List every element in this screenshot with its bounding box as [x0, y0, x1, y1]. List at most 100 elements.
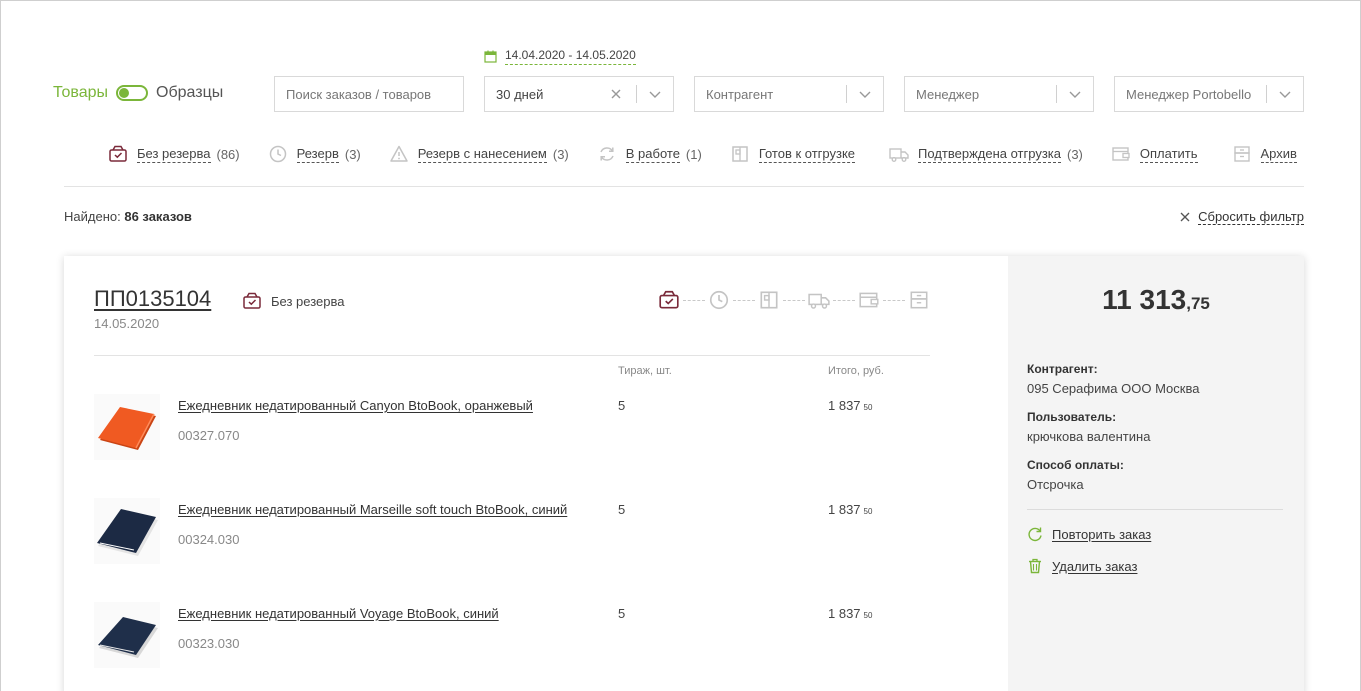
calendar-icon [484, 50, 497, 63]
date-range-picker[interactable]: 14.04.2020 - 14.05.2020 [484, 48, 636, 65]
box-check-icon [659, 290, 679, 309]
price-dec: 50 [863, 507, 873, 516]
price-int: 1 837 [828, 502, 861, 517]
wallet-icon [1112, 147, 1130, 161]
tab-count: (86) [216, 146, 240, 162]
product-name-link[interactable]: Ежедневник недатированный Voyage BtoBook… [178, 606, 499, 621]
total-int: 11 313 [1102, 284, 1187, 315]
toggle-goods-label[interactable]: Товары [53, 84, 108, 102]
delete-order-button[interactable]: Удалить заказ [1027, 558, 1137, 574]
archive-icon [1233, 146, 1250, 162]
truck-icon [889, 148, 909, 162]
tab-reserve[interactable]: Резерв (3) [268, 144, 361, 164]
repeat-order-button[interactable]: Повторить заказ [1027, 526, 1151, 542]
chevron-down-icon[interactable] [1068, 87, 1082, 101]
tab-shipment-confirmed[interactable]: Подтверждена отгрузка (3) [889, 144, 1083, 164]
counterparty-label: Контрагент: [1027, 362, 1098, 376]
product-image[interactable] [94, 498, 160, 564]
product-price: 1 837 50 [828, 502, 872, 517]
product-name-link[interactable]: Ежедневник недатированный Canyon BtoBook… [178, 398, 533, 413]
divider [64, 186, 1304, 187]
product-code: 00327.070 [178, 428, 240, 443]
order-progress-tracker [658, 289, 930, 311]
total-dec: ,75 [1186, 294, 1210, 313]
product-qty: 5 [618, 398, 626, 413]
payment-label: Способ оплаты: [1027, 458, 1124, 472]
date-range-text[interactable]: 14.04.2020 - 14.05.2020 [505, 48, 636, 65]
column-header-qty: Тираж, шт. [618, 365, 672, 377]
order-card: ПП0135104 14.05.2020 Без резерва Тираж, … [64, 256, 1304, 691]
price-dec: 50 [863, 403, 873, 412]
progress-connector [783, 299, 805, 301]
search-input[interactable]: Поиск заказов / товаров [274, 76, 464, 112]
counterparty-value: 095 Серафима ООО Москва [1027, 381, 1200, 396]
tab-in-progress[interactable]: В работе (1) [597, 144, 702, 164]
user-label: Пользователь: [1027, 410, 1117, 424]
column-header-total: Итого, руб. [828, 365, 884, 377]
tab-label: Архив [1260, 145, 1297, 163]
order-total: 11 313,75 [1008, 284, 1304, 316]
chevron-down-icon[interactable] [648, 87, 662, 101]
product-image[interactable] [94, 394, 160, 460]
progress-connector [733, 299, 755, 301]
period-value: 30 дней [496, 86, 544, 102]
field-separator [1266, 85, 1267, 103]
refresh-icon [600, 147, 614, 161]
portobello-manager-select[interactable]: Менеджер Portobello [1114, 76, 1304, 112]
product-qty: 5 [618, 502, 626, 517]
chevron-down-icon[interactable] [858, 87, 872, 101]
tab-count: (1) [685, 146, 702, 162]
counterparty-placeholder: Контрагент [706, 86, 774, 102]
order-summary-panel: 11 313,75 Контрагент: 095 Серафима ООО М… [1008, 256, 1304, 691]
tab-count: (3) [344, 146, 361, 162]
progress-connector [683, 299, 705, 301]
period-select[interactable]: 30 дней [484, 76, 674, 112]
manager-placeholder: Менеджер [916, 86, 980, 102]
tab-count: (3) [552, 146, 569, 162]
order-status-label: Без резерва [271, 293, 345, 309]
tab-reserve-printing[interactable]: Резерв с нанесением (3) [389, 144, 569, 164]
delete-order-label: Удалить заказ [1052, 558, 1138, 574]
chevron-down-icon[interactable] [1278, 87, 1292, 101]
toggle-samples-label[interactable]: Образцы [156, 84, 223, 102]
product-name-link[interactable]: Ежедневник недатированный Marseille soft… [178, 502, 567, 517]
counterparty-select[interactable]: Контрагент [694, 76, 884, 112]
reset-filter-button[interactable]: Сбросить фильтр [1180, 209, 1304, 225]
tab-pay[interactable]: Оплатить [1111, 144, 1204, 164]
refresh-icon [1028, 527, 1042, 542]
product-qty: 5 [618, 606, 626, 621]
toggle-switch[interactable] [116, 85, 149, 101]
order-date: 14.05.2020 [94, 316, 160, 331]
product-image[interactable] [94, 602, 160, 668]
box-check-icon [109, 145, 127, 162]
card-divider [94, 355, 930, 356]
wallet-icon [859, 292, 879, 308]
portobello-manager-placeholder: Менеджер Portobello [1126, 86, 1252, 102]
product-code: 00323.030 [178, 636, 240, 651]
archive-icon [910, 291, 928, 309]
tab-label: Резерв с нанесением [417, 145, 547, 163]
results-count: Найдено: 86 заказов [64, 209, 192, 224]
reset-filter-label: Сбросить фильтр [1198, 209, 1304, 225]
manager-select[interactable]: Менеджер [904, 76, 1094, 112]
tab-no-reserve[interactable]: Без резерва (86) [108, 144, 240, 164]
tab-ready-to-ship[interactable]: Готов к отгрузке [730, 144, 861, 164]
price-dec: 50 [863, 611, 873, 620]
found-label: Найдено: [64, 209, 121, 224]
trash-icon [1029, 558, 1041, 574]
field-separator [636, 85, 637, 103]
goods-samples-toggle[interactable]: Товары Образцы [53, 84, 223, 102]
payment-value: Отсрочка [1027, 477, 1084, 492]
clear-icon[interactable] [609, 87, 623, 101]
close-icon [1180, 212, 1190, 222]
tab-label: В работе [625, 145, 680, 163]
package-icon [732, 146, 748, 162]
clock-icon [269, 145, 286, 163]
order-item: Ежедневник недатированный Marseille soft… [94, 498, 930, 568]
tab-label: Подтверждена отгрузка [918, 145, 1061, 163]
found-value: 86 заказов [124, 209, 192, 224]
tab-archive[interactable]: Архив [1232, 144, 1303, 164]
box-check-icon [243, 292, 261, 309]
order-number-link[interactable]: ПП0135104 [94, 286, 211, 312]
price-int: 1 837 [828, 606, 861, 621]
